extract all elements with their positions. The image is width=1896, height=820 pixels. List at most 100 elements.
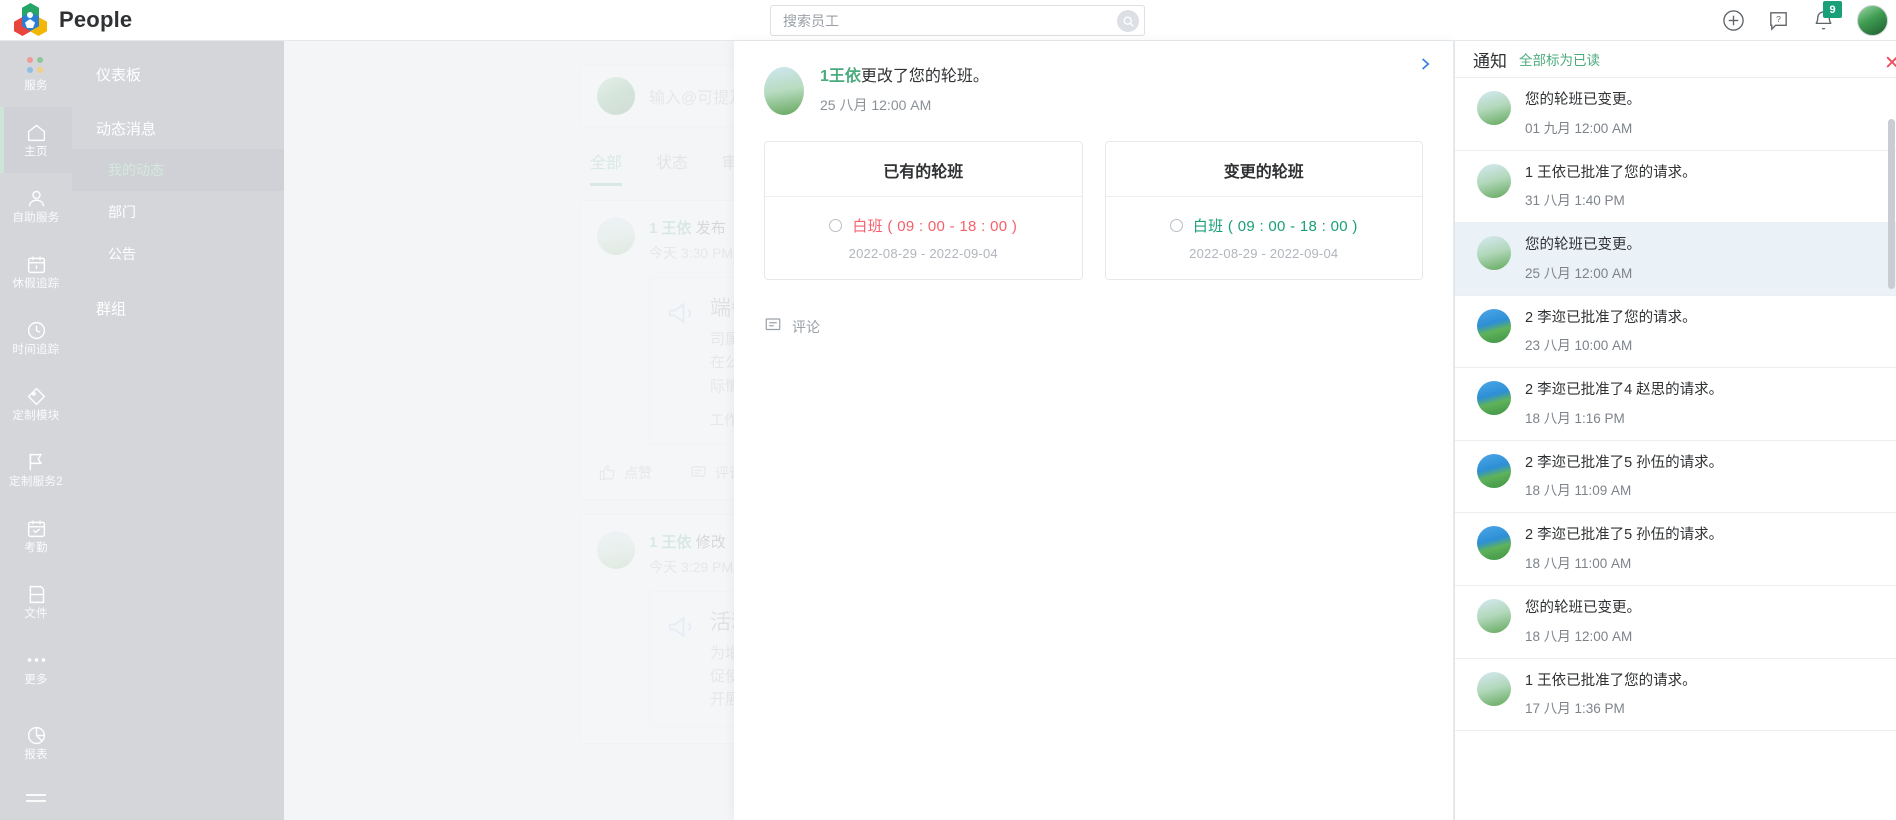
rail-label: 休假追踪 bbox=[12, 278, 60, 291]
comment-icon bbox=[764, 316, 782, 337]
rail-label: 报表 bbox=[24, 749, 48, 762]
avatar bbox=[597, 217, 635, 255]
rail-label: 服务 bbox=[24, 80, 48, 93]
mark-all-read-button[interactable]: 全部标为已读 bbox=[1519, 49, 1600, 69]
comment-label: 评论 bbox=[792, 318, 820, 335]
sidebar-item-time-tracker[interactable]: 时间追踪 bbox=[0, 305, 72, 371]
close-icon[interactable]: ✕ bbox=[1884, 52, 1896, 75]
list-item[interactable]: 2 李迩已批准了5 孙伍的请求。 18 八月 11:09 AM bbox=[1455, 441, 1896, 514]
sidebar-item-more[interactable]: 更多 bbox=[0, 635, 72, 701]
rail-label: 更多 bbox=[24, 674, 48, 687]
avatar bbox=[597, 77, 635, 115]
rail-label: 定制服务2 bbox=[9, 476, 63, 489]
sidebar-item-home[interactable]: 主页 bbox=[0, 107, 72, 173]
like-label: 点赞 bbox=[624, 464, 652, 481]
nav-group-groups[interactable]: 群组 bbox=[72, 287, 284, 329]
home-icon bbox=[25, 121, 47, 143]
secondary-nav: 仪表板 动态消息 我的动态 部门 公告 群组 bbox=[72, 41, 284, 820]
scrollbar[interactable] bbox=[1888, 119, 1895, 289]
like-button[interactable]: 点赞 bbox=[599, 463, 652, 483]
list-item[interactable]: 1 王依已批准了您的请求。 31 八月 1:40 PM bbox=[1455, 151, 1896, 224]
tab-all[interactable]: 全部 bbox=[590, 149, 623, 186]
sidebar-item-files[interactable]: 文件 bbox=[0, 569, 72, 635]
sidebar-item-reports[interactable]: 报表 bbox=[0, 710, 72, 776]
notification-list[interactable]: 您的轮班已变更。 01 九月 12:00 AM 1 王依已批准了您的请求。 31… bbox=[1455, 77, 1896, 819]
post-author-id: 1 bbox=[649, 220, 658, 237]
search-box[interactable] bbox=[770, 5, 1145, 36]
list-item[interactable]: 1 王依已批准了您的请求。 17 八月 1:36 PM bbox=[1455, 659, 1896, 732]
sidebar-item-self-service[interactable]: 自助服务 bbox=[0, 173, 72, 239]
detail-header: 1王依更改了您的轮班。 25 八月 12:00 AM bbox=[734, 41, 1453, 115]
nav-group-feeds[interactable]: 动态消息 bbox=[72, 107, 284, 149]
shift-radio[interactable] bbox=[829, 219, 843, 232]
detail-comment-button[interactable]: 评论 bbox=[734, 280, 1453, 337]
avatar bbox=[1477, 308, 1511, 343]
detail-time: 25 八月 12:00 AM bbox=[820, 96, 932, 113]
avatar bbox=[597, 530, 635, 569]
post-author-name: 王依 bbox=[661, 533, 692, 551]
brand[interactable]: People bbox=[14, 3, 132, 37]
notification-text: 您的轮班已变更。 bbox=[1525, 92, 1641, 108]
brand-title: People bbox=[59, 7, 133, 32]
rail-label: 考勤 bbox=[24, 542, 48, 555]
rail-label: 文件 bbox=[24, 608, 48, 621]
notification-time: 18 八月 1:16 PM bbox=[1525, 410, 1625, 426]
avatar bbox=[1477, 526, 1511, 561]
shift-comparison: 已有的轮班 白班 ( 09 : 00 - 18 : 00 ) 2022-08-2… bbox=[734, 115, 1453, 280]
post-author-name: 王依 bbox=[661, 220, 692, 237]
nav-item-dashboard[interactable]: 仪表板 bbox=[72, 53, 284, 95]
services-dots-icon bbox=[25, 55, 47, 77]
notification-time: 18 八月 12:00 AM bbox=[1525, 628, 1633, 644]
nav-item-department[interactable]: 部门 bbox=[72, 191, 284, 233]
sidebar-item-custom-service-2[interactable]: 定制服务2 bbox=[0, 437, 72, 503]
megaphone-icon bbox=[666, 612, 696, 712]
chevron-right-icon[interactable] bbox=[1411, 51, 1437, 77]
person-icon bbox=[25, 187, 47, 209]
notification-text: 您的轮班已变更。 bbox=[1525, 599, 1641, 616]
changed-shift-heading: 变更的轮班 bbox=[1105, 142, 1422, 197]
list-item[interactable]: 您的轮班已变更。 25 八月 12:00 AM bbox=[1455, 223, 1896, 296]
rail-label: 自助服务 bbox=[12, 212, 60, 225]
list-item[interactable]: 2 李迩已批准了5 孙伍的请求。 18 八月 11:00 AM bbox=[1455, 513, 1896, 586]
nav-label: 群组 bbox=[96, 300, 127, 318]
notification-time: 31 八月 1:40 PM bbox=[1525, 193, 1625, 209]
avatar[interactable] bbox=[1857, 5, 1888, 36]
avatar bbox=[1477, 453, 1511, 488]
list-item[interactable]: 您的轮班已变更。 18 八月 12:00 AM bbox=[1455, 586, 1896, 659]
notification-text: 1 王依已批准了您的请求。 bbox=[1525, 672, 1697, 689]
post-time: 今天 3:30 PM bbox=[649, 245, 734, 261]
sidebar-item-leave-tracker[interactable]: 休假追踪 bbox=[0, 239, 72, 305]
post-author: 1 王依 修改 bbox=[649, 531, 733, 552]
megaphone-icon bbox=[666, 298, 696, 430]
search-input[interactable] bbox=[783, 6, 1103, 35]
clock-icon bbox=[25, 319, 47, 341]
existing-shift-dates: 2022-08-29 - 2022-09-04 bbox=[848, 246, 998, 261]
sidebar-item-services[interactable]: 服务 bbox=[0, 41, 72, 107]
nav-item-my-feed[interactable]: 我的动态 bbox=[72, 149, 284, 191]
nav-item-announcements[interactable]: 公告 bbox=[72, 233, 284, 275]
post-action: 修改 bbox=[695, 533, 726, 551]
collapse-menu-icon[interactable] bbox=[0, 776, 72, 820]
post-time: 今天 3:29 PM bbox=[649, 558, 734, 575]
shift-radio[interactable] bbox=[1169, 219, 1183, 232]
help-icon[interactable]: ? bbox=[1767, 9, 1790, 32]
post-author-id: 1 bbox=[649, 533, 658, 551]
notification-panel: 通知 全部标为已读 ✕ 您的轮班已变更。 01 九月 12:00 AM 1 王依… bbox=[1454, 41, 1896, 820]
list-item[interactable]: 您的轮班已变更。 01 九月 12:00 AM bbox=[1455, 78, 1896, 151]
notification-header: 通知 全部标为已读 ✕ bbox=[1455, 41, 1896, 77]
list-item[interactable]: 2 李迩已批准了您的请求。 23 八月 10:00 AM bbox=[1455, 296, 1896, 369]
top-icon-group: ? 9 bbox=[1722, 0, 1888, 41]
top-bar: People ? bbox=[0, 0, 1896, 41]
bell-icon[interactable]: 9 bbox=[1812, 1, 1842, 32]
tab-status[interactable]: 状态 bbox=[656, 149, 688, 186]
detail-author-name: 王依 bbox=[828, 68, 861, 85]
list-item[interactable]: 2 李迩已批准了4 赵思的请求。 18 八月 1:16 PM bbox=[1455, 368, 1896, 441]
notification-text: 2 李迩已批准了5 孙伍的请求。 bbox=[1525, 454, 1724, 471]
sidebar-item-attendance[interactable]: 考勤 bbox=[0, 503, 72, 569]
search-icon[interactable] bbox=[1117, 10, 1139, 32]
notification-time: 25 八月 12:00 AM bbox=[1525, 265, 1633, 281]
add-icon[interactable] bbox=[1722, 9, 1745, 32]
changed-shift-card: 变更的轮班 白班 ( 09 : 00 - 18 : 00 ) 2022-08-2… bbox=[1104, 141, 1423, 280]
nav-label: 公告 bbox=[108, 246, 136, 262]
sidebar-item-custom-module[interactable]: 定制模块 bbox=[0, 371, 72, 437]
